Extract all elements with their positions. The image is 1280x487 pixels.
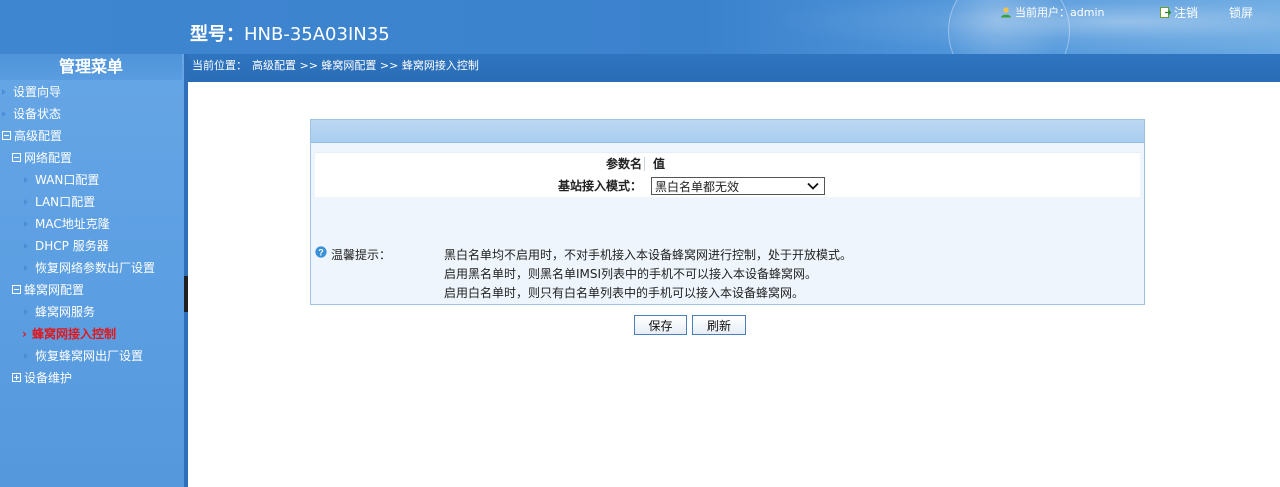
tip-line-2: 启用黑名单时，则黑名单IMSI列表中的手机不可以接入本设备蜂窝网。 xyxy=(444,267,818,281)
sidebar-toggle-handle[interactable] xyxy=(184,276,188,312)
expand-icon xyxy=(12,373,21,382)
bullet-icon xyxy=(2,89,6,95)
sidebar-item-lan-config[interactable]: LAN口配置 xyxy=(24,193,95,211)
sidebar-item-label: DHCP 服务器 xyxy=(35,239,109,253)
top-header: 型号：HNB-35A03IN35 当前用户：admin 注销 锁屏 xyxy=(0,0,1280,54)
sidebar-item-cellular-access-control[interactable]: › 蜂窝网接入控制 xyxy=(22,325,116,343)
bullet-icon xyxy=(24,177,28,183)
access-mode-selected-value: 黑白名单都无效 xyxy=(655,180,740,194)
sidebar-item-label: 蜂窝网配置 xyxy=(24,283,85,297)
sidebar-item-dhcp-server[interactable]: DHCP 服务器 xyxy=(24,237,109,255)
sidebar-item-label: 蜂窝网接入控制 xyxy=(31,327,116,341)
sidebar-item-restore-cellular[interactable]: 恢复蜂窝网出厂设置 xyxy=(24,347,143,365)
collapse-icon xyxy=(12,285,21,294)
sidebar-item-label: 设置向导 xyxy=(13,85,62,99)
model-label: 型号： xyxy=(190,24,244,45)
sidebar-item-device-status[interactable]: 设备状态 xyxy=(2,105,61,123)
sidebar-item-cellular-service[interactable]: 蜂窝网服务 xyxy=(24,303,95,321)
sidebar-item-label: 网络配置 xyxy=(24,151,73,165)
sidebar-item-advanced-config[interactable]: 高级配置 xyxy=(2,127,62,145)
sidebar-item-device-maintenance[interactable]: 设备维护 xyxy=(12,369,72,387)
table-header-row: 参数名 值 xyxy=(315,152,1140,176)
sidebar-item-label: MAC地址克隆 xyxy=(35,217,110,231)
collapse-icon xyxy=(2,131,11,140)
sidebar-item-label: WAN口配置 xyxy=(35,173,100,187)
lock-screen-link[interactable]: 锁屏 xyxy=(1229,4,1253,21)
sidebar-item-cellular-config[interactable]: 蜂窝网配置 xyxy=(12,281,84,299)
logout-icon xyxy=(1160,7,1171,18)
collapse-icon xyxy=(12,153,21,162)
column-header-value: 值 xyxy=(653,157,666,171)
model-value: HNB-35A03IN35 xyxy=(244,24,390,45)
sidebar-splitter[interactable] xyxy=(184,54,188,487)
device-model: 型号：HNB-35A03IN35 xyxy=(190,20,390,46)
access-mode-select[interactable]: 黑白名单都无效 xyxy=(651,177,825,195)
sidebar-item-label: 高级配置 xyxy=(14,129,63,143)
tips-label: 温馨提示： xyxy=(331,248,392,262)
sidebar-item-label: 设备维护 xyxy=(24,371,73,385)
current-user-text: 当前用户：admin xyxy=(1015,6,1105,19)
arrow-right-icon: › xyxy=(22,327,27,341)
bullet-icon xyxy=(24,199,28,205)
user-icon xyxy=(1001,7,1011,18)
column-divider xyxy=(644,157,645,171)
sidebar-item-restore-network[interactable]: 恢复网络参数出厂设置 xyxy=(24,259,155,277)
help-icon: ? xyxy=(315,246,327,258)
tip-line-3: 启用白名单时，则只有白名单列表中的手机可以接入本设备蜂窝网。 xyxy=(444,286,805,300)
svg-text:?: ? xyxy=(318,247,324,257)
bullet-icon xyxy=(24,221,28,227)
bullet-icon xyxy=(24,309,28,315)
sidebar-title: 管理菜单 xyxy=(0,54,182,80)
sidebar-item-label: 恢复网络参数出厂设置 xyxy=(35,261,156,275)
logout-label: 注销 xyxy=(1174,6,1199,20)
panel-header xyxy=(311,120,1144,143)
chevron-down-icon xyxy=(807,182,819,190)
table-row: 基站接入模式： 黑白名单都无效 xyxy=(315,175,1140,197)
bullet-icon xyxy=(24,353,28,359)
sidebar-item-label: LAN口配置 xyxy=(35,195,96,209)
bullet-icon xyxy=(24,265,28,271)
access-mode-label: 基站接入模式： xyxy=(557,179,642,193)
sidebar-item-wan-config[interactable]: WAN口配置 xyxy=(24,171,99,189)
breadcrumb: 当前位置： 高级配置 >> 蜂窝网配置 >> 蜂窝网接入控制 xyxy=(188,54,1280,82)
bullet-icon xyxy=(24,243,28,249)
save-button[interactable]: 保存 xyxy=(634,315,687,335)
tip-line-1: 黑白名单均不启用时，不对手机接入本设备蜂窝网进行控制，处于开放模式。 xyxy=(444,248,853,262)
sidebar-item-label: 蜂窝网服务 xyxy=(35,305,96,319)
sidebar: 管理菜单 设置向导 设备状态 高级配置 网络配置 WAN口配置 LAN口配置 M… xyxy=(0,54,188,487)
breadcrumb-prefix: 当前位置： xyxy=(192,59,247,72)
sidebar-item-label: 设备状态 xyxy=(13,107,62,121)
column-header-name: 参数名 xyxy=(605,157,642,171)
refresh-button[interactable]: 刷新 xyxy=(692,315,746,335)
breadcrumb-path: 高级配置 >> 蜂窝网配置 >> 蜂窝网接入控制 xyxy=(252,59,479,72)
current-user: 当前用户：admin xyxy=(1000,4,1104,20)
sidebar-item-mac-clone[interactable]: MAC地址克隆 xyxy=(24,215,110,233)
sidebar-item-network-config[interactable]: 网络配置 xyxy=(12,149,72,167)
sidebar-item-label: 恢复蜂窝网出厂设置 xyxy=(35,349,144,363)
logout-link[interactable]: 注销 xyxy=(1160,4,1198,21)
sidebar-item-setup-wizard[interactable]: 设置向导 xyxy=(2,83,61,101)
bullet-icon xyxy=(2,111,6,117)
